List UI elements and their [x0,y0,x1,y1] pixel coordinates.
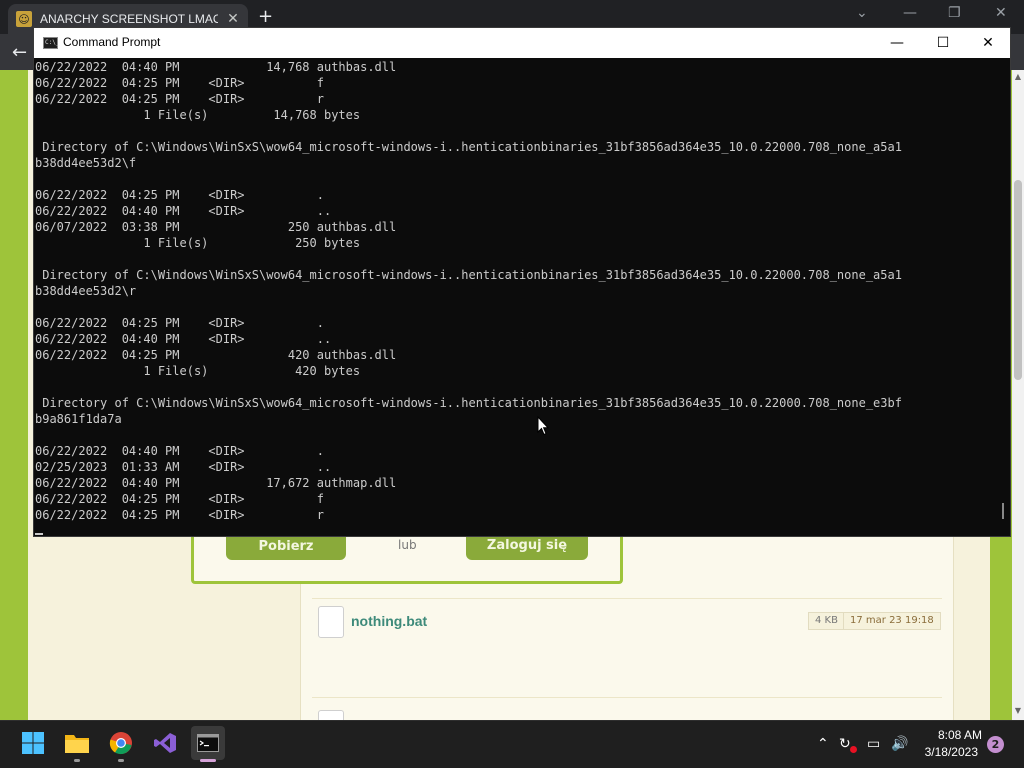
console-line: Directory of C:\Windows\WinSxS\wow64_mic… [35,268,902,282]
browser-close-button[interactable]: ✕ [995,5,1007,21]
console-line: 1 File(s) 14,768 bytes [35,108,361,122]
update-sync-icon[interactable]: ↻ [839,736,851,752]
start-button[interactable] [16,726,50,760]
console-line: 06/22/2022 04:40 PM <DIR> . [35,444,324,458]
cmd-window-title: Command Prompt [63,35,161,49]
scroll-up-arrow-icon[interactable]: ▲ [1012,72,1024,81]
browser-minimize-button[interactable]: — [903,5,917,21]
taskbar-running-indicator [118,759,124,762]
console-line: 06/22/2022 04:25 PM <DIR> r [35,508,324,522]
console-line: 06/22/2022 04:40 PM 17,672 authmap.dll [35,476,397,490]
windows-logo-icon [22,732,44,754]
console-line: 06/22/2022 04:40 PM <DIR> .. [35,332,332,346]
page-scrollbar[interactable] [1012,70,1024,720]
clock-date[interactable]: 3/18/2023 [910,745,978,759]
update-alert-dot [850,746,857,753]
chrome-icon [109,732,132,755]
file-icon [318,606,344,638]
scroll-down-arrow-icon[interactable]: ▼ [1012,706,1024,715]
console-line: 06/22/2022 04:25 PM <DIR> f [35,76,324,90]
console-line: b38dd4ee53d2\r [35,284,137,298]
tab-title: ANARCHY SCREENSHOT LMAO - [40,12,218,26]
cmd-scrollbar-thumb[interactable] [1002,503,1004,519]
console-line: 1 File(s) 420 bytes [35,364,361,378]
console-output[interactable]: 06/22/2022 04:40 PM 14,768 authbas.dll 06… [34,58,1010,536]
console-line: 02/25/2023 01:33 AM <DIR> .. [35,460,332,474]
console-lines: 06/22/2022 04:40 PM 14,768 authbas.dll 06… [35,59,1000,523]
download-button[interactable]: Pobierz [226,536,346,560]
text-cursor [35,533,43,535]
tab-favicon-icon: ☺ [16,11,32,27]
file-icon [318,710,344,720]
console-line: Directory of C:\Windows\WinSxS\wow64_mic… [35,140,902,154]
console-line: 06/22/2022 04:40 PM 14,768 authbas.dll [35,60,397,74]
console-line: 06/07/2022 03:38 PM 250 authbas.dll [35,220,397,234]
taskbar-command-prompt[interactable] [191,726,225,760]
back-arrow-icon[interactable]: ← [12,42,27,63]
console-line: b9a861f1da7a [35,412,122,426]
taskbar-chrome[interactable] [104,726,138,760]
folder-icon [65,735,89,753]
cmd-maximize-button[interactable]: ☐ [920,28,966,58]
network-icon[interactable]: ▭ [867,736,880,752]
cmd-title-bar[interactable]: C:\_ Command Prompt — ☐ ✕ [34,28,1010,58]
console-line: 06/22/2022 04:25 PM <DIR> . [35,188,324,202]
file-date-badge: 17 mar 23 19:18 [843,612,941,630]
mouse-pointer-icon [537,416,549,436]
terminal-icon [197,734,219,752]
cmd-minimize-button[interactable]: — [874,28,920,58]
console-line: 06/22/2022 04:40 PM <DIR> .. [35,204,332,218]
taskbar-visual-studio[interactable] [148,726,182,760]
console-line: Directory of C:\Windows\WinSxS\wow64_mic… [35,396,902,410]
clock-time[interactable]: 8:08 AM [918,728,982,742]
console-line: b38dd4ee53d2\f [35,156,137,170]
cmd-close-button[interactable]: ✕ [965,28,1011,58]
console-line: 06/22/2022 04:25 PM <DIR> f [35,492,324,506]
visual-studio-icon [154,733,176,753]
cmd-terminal-icon: C:\_ [43,37,59,49]
chevron-up-icon[interactable]: ⌃ [817,736,829,752]
console-line: 06/22/2022 04:25 PM <DIR> . [35,316,324,330]
browser-restore-button[interactable]: ❐ [948,5,961,21]
taskbar-running-indicator [74,759,80,762]
taskbar-active-indicator [200,759,216,762]
new-tab-button[interactable]: + [258,6,273,27]
or-text: lub [398,538,417,552]
console-line: 1 File(s) 250 bytes [35,236,361,250]
page-scroll-thumb[interactable] [1014,180,1022,380]
taskbar-file-explorer[interactable] [60,726,94,760]
login-button[interactable]: Zaloguj się [466,536,588,560]
command-prompt-window[interactable]: C:\_ Command Prompt — ☐ ✕ 06/22/2022 04:… [33,27,1011,537]
tab-close-icon[interactable]: ✕ [226,11,240,27]
page-left-border [0,70,28,720]
tab-search-icon[interactable]: ⌄ [856,5,868,21]
notification-badge[interactable]: 2 [987,736,1004,753]
volume-icon[interactable]: 🔊 [891,736,908,752]
console-line: 06/22/2022 04:25 PM <DIR> r [35,92,324,106]
console-line: 06/22/2022 04:25 PM 420 authbas.dll [35,348,397,362]
file-size-badge: 4 KB [808,612,845,630]
file-name-link[interactable]: nothing.bat [351,613,427,629]
